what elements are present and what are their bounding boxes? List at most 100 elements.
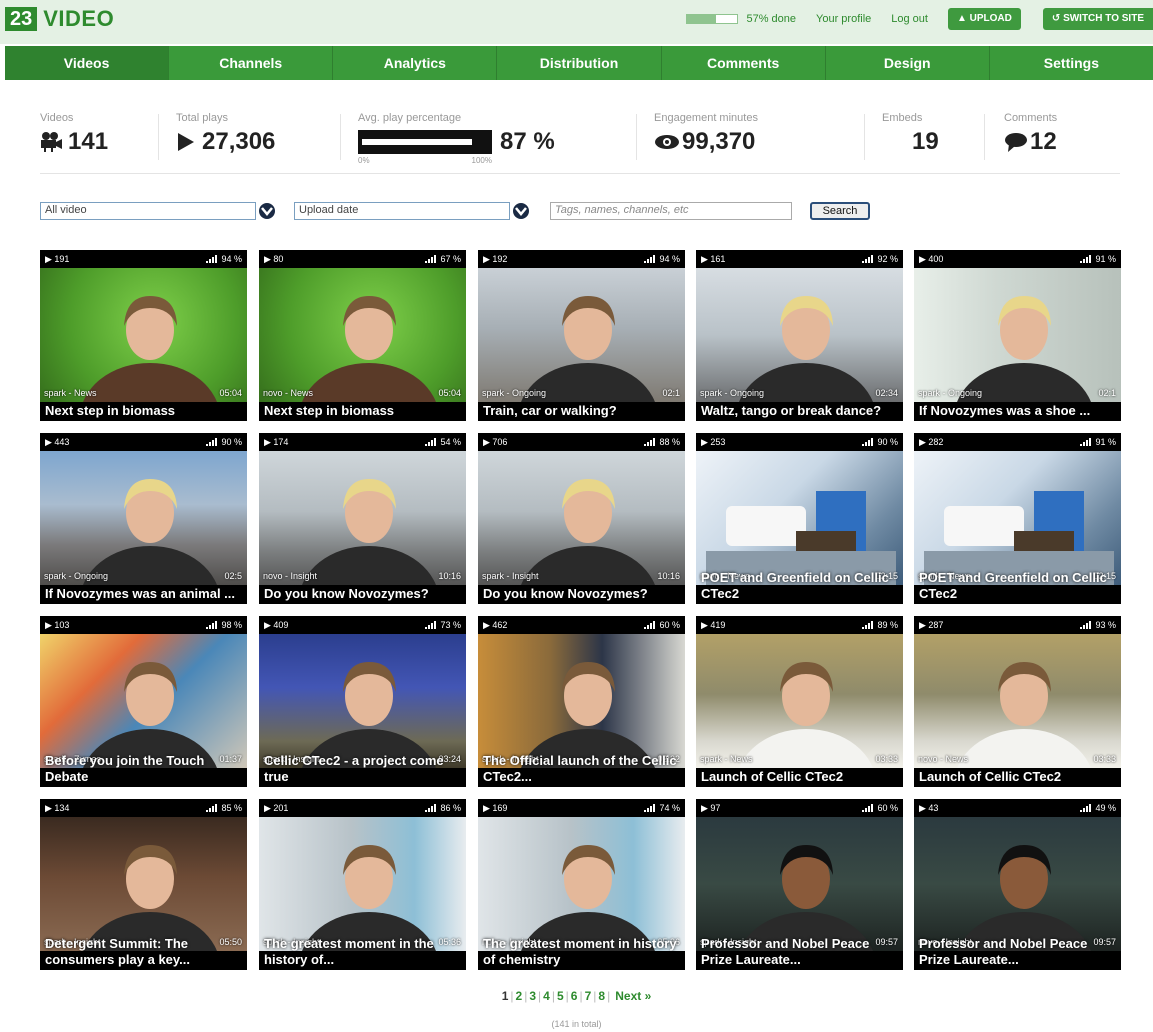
video-thumbnail[interactable]: spark - Insight 09:57 (696, 817, 903, 951)
video-tile[interactable]: ▶ 201 86 % spark - Insight 05:36 The greates… (259, 799, 466, 970)
video-plays: 174 (273, 437, 289, 447)
stat-avg-value: 87 % (500, 128, 555, 155)
video-thumbnail[interactable]: spark - Insight 02:22 (478, 634, 685, 768)
video-tile[interactable]: ▶ 43 49 % novo - Insight 09:57 Professor and… (914, 799, 1121, 970)
video-tile[interactable]: ▶ 169 74 % novo - Insight 05:36 The greatest… (478, 799, 685, 970)
nav-item-design[interactable]: Design (826, 46, 990, 80)
video-title[interactable]: Do you know Novozymes? (264, 586, 462, 602)
avg-tick-min: 0% (358, 156, 370, 165)
quota-fill (687, 15, 716, 23)
video-thumbnail[interactable]: novo - Insight 05:36 (478, 817, 685, 951)
video-tile[interactable]: ▶ 443 90 % spark - Ongoing 02:5 If Novozymes… (40, 433, 247, 604)
video-title[interactable]: POET and Greenfield on Cellic CTec2 (919, 570, 1117, 602)
video-title[interactable]: Cellic CTec2 - a project come true (264, 753, 462, 785)
video-title[interactable]: Train, car or walking? (483, 403, 681, 419)
nav-item-settings[interactable]: Settings (990, 46, 1153, 80)
video-tile[interactable]: ▶ 419 89 % spark - News 03:33 Launch of Cell… (696, 616, 903, 787)
sort-select[interactable]: Upload date (294, 202, 510, 220)
video-thumbnail[interactable]: spark - News 03:33 (696, 634, 903, 768)
video-tile[interactable]: ▶ 409 73 % spark - Insight 03:24 Cellic CTec… (259, 616, 466, 787)
video-title[interactable]: Professor and Nobel Peace Prize Laureate… (919, 936, 1117, 968)
video-title[interactable]: Waltz, tango or break dance? (701, 403, 899, 419)
page-link-2[interactable]: 2 (516, 989, 523, 1003)
nav-item-distribution[interactable]: Distribution (497, 46, 662, 80)
video-thumbnail[interactable]: spark - Zymes 01:37 (40, 634, 247, 768)
video-title[interactable]: Do you know Novozymes? (483, 586, 681, 602)
video-title[interactable]: If Novozymes was an animal ... (45, 586, 243, 602)
signal-icon (206, 438, 218, 446)
video-title[interactable]: Before you join the Touch Debate (45, 753, 243, 785)
video-filter-dropdown[interactable] (256, 202, 278, 220)
video-tile[interactable]: ▶ 103 98 % spark - Zymes 01:37 Before you jo… (40, 616, 247, 787)
video-play-percentage: 91 % (1095, 437, 1116, 447)
video-title[interactable]: Professor and Nobel Peace Prize Laureate… (701, 936, 899, 968)
page-link-6[interactable]: 6 (571, 989, 578, 1003)
your-profile-link[interactable]: Your profile (816, 13, 871, 25)
signal-icon (862, 255, 874, 263)
video-title[interactable]: Next step in biomass (264, 403, 462, 419)
video-thumbnail[interactable]: spark - Insight 05:36 (259, 817, 466, 951)
video-filter-select[interactable]: All video (40, 202, 256, 220)
video-thumbnail[interactable]: spark - Ongoing 02:34 (696, 268, 903, 402)
video-title[interactable]: The Official launch of the Cellic CTec2.… (483, 753, 681, 785)
video-tile[interactable]: ▶ 253 90 % novo - News 02:15 POET and Greenf… (696, 433, 903, 604)
video-thumbnail[interactable]: spark - News 05:04 (40, 268, 247, 402)
play-icon: ▶ (45, 619, 55, 630)
video-thumbnail[interactable]: spark - Ongoing 02:1 (914, 268, 1121, 402)
next-page-link[interactable]: Next » (615, 989, 651, 1003)
nav-item-channels[interactable]: Channels (169, 46, 334, 80)
video-tile[interactable]: ▶ 400 91 % spark - Ongoing 02:1 If Novozymes… (914, 250, 1121, 421)
video-tile[interactable]: ▶ 161 92 % spark - Ongoing 02:34 Waltz, tang… (696, 250, 903, 421)
nav-item-analytics[interactable]: Analytics (333, 46, 498, 80)
page-link-5[interactable]: 5 (557, 989, 564, 1003)
upload-button[interactable]: ▲ UPLOAD (947, 8, 1021, 30)
search-input[interactable]: Tags, names, channels, etc (550, 202, 792, 220)
page-link-4[interactable]: 4 (543, 989, 550, 1003)
video-tile[interactable]: ▶ 174 54 % novo - Insight 10:16 Do you know … (259, 433, 466, 604)
video-title[interactable]: Launch of Cellic CTec2 (919, 769, 1117, 785)
video-title[interactable]: Detergent Summit: The consumers play a k… (45, 936, 243, 968)
video-tile[interactable]: ▶ 192 94 % spark - Ongoing 02:1 Train, car o… (478, 250, 685, 421)
play-icon: ▶ (701, 436, 711, 447)
video-title[interactable]: If Novozymes was a shoe ... (919, 403, 1117, 419)
video-thumbnail[interactable]: novo - Insight 09:57 (914, 817, 1121, 951)
video-thumbnail[interactable]: novo - News 05:04 (259, 268, 466, 402)
switch-to-site-button[interactable]: ↺ SWITCH TO SITE (1042, 8, 1153, 30)
video-thumbnail[interactable]: spark - Insight 05:50 (40, 817, 247, 951)
signal-icon (1080, 621, 1092, 629)
search-button[interactable]: Search (810, 202, 870, 220)
video-thumbnail[interactable]: novo - Insight 10:16 (259, 451, 466, 585)
log-out-link[interactable]: Log out (891, 13, 928, 25)
video-tile[interactable]: ▶ 191 94 % spark - News 05:04 Next step in b… (40, 250, 247, 421)
video-title[interactable]: POET and Greenfield on Cellic CTec2 (701, 570, 899, 602)
logo[interactable]: 23 VIDEO (5, 6, 114, 32)
video-title[interactable]: Launch of Cellic CTec2 (701, 769, 899, 785)
page-link-8[interactable]: 8 (598, 989, 605, 1003)
video-thumbnail[interactable]: novo - News 02:15 (696, 451, 903, 585)
video-thumbnail[interactable]: spark - Insight 10:16 (478, 451, 685, 585)
video-tile[interactable]: ▶ 462 60 % spark - Insight 02:22 The Officia… (478, 616, 685, 787)
video-thumbnail[interactable]: spark - Ongoing 02:5 (40, 451, 247, 585)
video-tile[interactable]: ▶ 287 93 % novo - News 03:33 Launch of Celli… (914, 616, 1121, 787)
page-link-1[interactable]: 1 (502, 989, 509, 1003)
video-title[interactable]: Next step in biomass (45, 403, 243, 419)
video-thumbnail[interactable]: spark - Insight 03:24 (259, 634, 466, 768)
video-channel: spark - Ongoing (44, 571, 109, 581)
video-title[interactable]: The greatest moment in the history of... (264, 936, 462, 968)
page-link-3[interactable]: 3 (529, 989, 536, 1003)
play-icon (178, 133, 194, 151)
video-title[interactable]: The greatest moment in history of chemis… (483, 936, 681, 968)
video-tile[interactable]: ▶ 282 91 % spark - News 02:15 POET and Green… (914, 433, 1121, 604)
video-tile[interactable]: ▶ 97 60 % spark - Insight 09:57 Professor an… (696, 799, 903, 970)
video-thumbnail[interactable]: spark - Ongoing 02:1 (478, 268, 685, 402)
video-thumbnail[interactable]: spark - News 02:15 (914, 451, 1121, 585)
video-thumbnail[interactable]: novo - News 03:33 (914, 634, 1121, 768)
video-tile[interactable]: ▶ 80 67 % novo - News 05:04 Next step in bio… (259, 250, 466, 421)
sort-dropdown[interactable] (510, 202, 532, 220)
page-link-7[interactable]: 7 (585, 989, 592, 1003)
nav-item-videos[interactable]: Videos (5, 46, 170, 80)
video-tile[interactable]: ▶ 134 85 % spark - Insight 05:50 Detergent S… (40, 799, 247, 970)
video-tile[interactable]: ▶ 706 88 % spark - Insight 10:16 Do you know… (478, 433, 685, 604)
play-icon: ▶ (483, 802, 493, 813)
nav-item-comments[interactable]: Comments (662, 46, 826, 80)
